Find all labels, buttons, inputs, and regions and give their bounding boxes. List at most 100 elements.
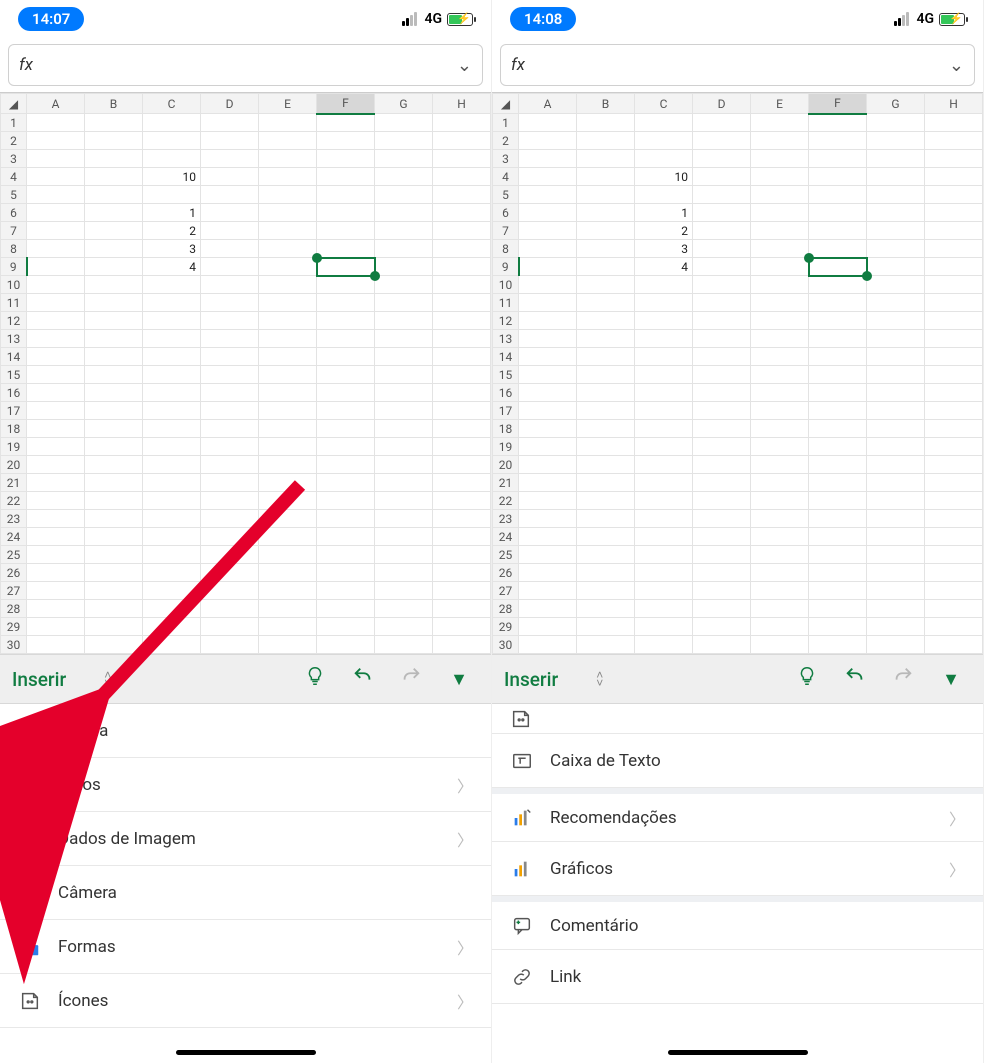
cell-D2[interactable] <box>201 132 259 150</box>
cell-B25[interactable] <box>577 546 635 564</box>
cell-F29[interactable] <box>317 618 375 636</box>
cell-A29[interactable] <box>27 618 85 636</box>
menu-item-link[interactable]: Link <box>492 950 983 1004</box>
cell-F5[interactable] <box>317 186 375 204</box>
cell-D6[interactable] <box>693 204 751 222</box>
cell-D12[interactable] <box>201 312 259 330</box>
cell-E27[interactable] <box>259 582 317 600</box>
cell-C10[interactable] <box>143 276 201 294</box>
cell-B12[interactable] <box>85 312 143 330</box>
cell-F22[interactable] <box>317 492 375 510</box>
row-header-13[interactable]: 13 <box>493 330 519 348</box>
cell-A13[interactable] <box>27 330 85 348</box>
select-all-corner[interactable]: ◢ <box>1 94 27 114</box>
cell-G4[interactable] <box>867 168 925 186</box>
cell-C16[interactable] <box>143 384 201 402</box>
cell-G16[interactable] <box>867 384 925 402</box>
cell-G30[interactable] <box>867 636 925 654</box>
cell-G17[interactable] <box>867 402 925 420</box>
cell-A22[interactable] <box>27 492 85 510</box>
cell-B21[interactable] <box>85 474 143 492</box>
cell-G16[interactable] <box>375 384 433 402</box>
cell-G23[interactable] <box>375 510 433 528</box>
formula-bar[interactable]: fx ⌄ <box>500 44 975 86</box>
cell-A15[interactable] <box>519 366 577 384</box>
col-header-E[interactable]: E <box>259 94 317 114</box>
cell-C8[interactable]: 3 <box>143 240 201 258</box>
cell-F15[interactable] <box>809 366 867 384</box>
cell-C24[interactable] <box>635 528 693 546</box>
cell-G1[interactable] <box>867 114 925 132</box>
row-header-30[interactable]: 30 <box>493 636 519 654</box>
cell-H2[interactable] <box>433 132 491 150</box>
cell-E7[interactable] <box>259 222 317 240</box>
cell-H18[interactable] <box>925 420 983 438</box>
cell-B3[interactable] <box>85 150 143 168</box>
cell-A28[interactable] <box>519 600 577 618</box>
cell-C19[interactable] <box>635 438 693 456</box>
cell-C15[interactable] <box>143 366 201 384</box>
cell-E30[interactable] <box>259 636 317 654</box>
row-header-20[interactable]: 20 <box>493 456 519 474</box>
row-header-27[interactable]: 27 <box>1 582 27 600</box>
cell-G4[interactable] <box>375 168 433 186</box>
cell-A28[interactable] <box>27 600 85 618</box>
cell-D28[interactable] <box>201 600 259 618</box>
cell-D4[interactable] <box>201 168 259 186</box>
cell-C20[interactable] <box>143 456 201 474</box>
cell-C16[interactable] <box>635 384 693 402</box>
cell-D7[interactable] <box>201 222 259 240</box>
cell-F2[interactable] <box>809 132 867 150</box>
cell-F8[interactable] <box>809 240 867 258</box>
row-header-2[interactable]: 2 <box>493 132 519 150</box>
cell-C13[interactable] <box>143 330 201 348</box>
cell-H23[interactable] <box>925 510 983 528</box>
cell-H16[interactable] <box>433 384 491 402</box>
cell-E20[interactable] <box>259 456 317 474</box>
cell-G8[interactable] <box>375 240 433 258</box>
cell-F26[interactable] <box>317 564 375 582</box>
cell-H27[interactable] <box>925 582 983 600</box>
cell-H7[interactable] <box>925 222 983 240</box>
cell-A8[interactable] <box>519 240 577 258</box>
cell-B22[interactable] <box>577 492 635 510</box>
cell-C7[interactable]: 2 <box>635 222 693 240</box>
row-header-21[interactable]: 21 <box>493 474 519 492</box>
cell-B7[interactable] <box>85 222 143 240</box>
cell-A14[interactable] <box>519 348 577 366</box>
cell-A27[interactable] <box>519 582 577 600</box>
cell-C12[interactable] <box>143 312 201 330</box>
cell-A9[interactable] <box>27 258 85 276</box>
row-header-24[interactable]: 24 <box>1 528 27 546</box>
cell-H28[interactable] <box>433 600 491 618</box>
col-header-E[interactable]: E <box>751 94 809 114</box>
cell-F23[interactable] <box>809 510 867 528</box>
cell-D7[interactable] <box>693 222 751 240</box>
cell-C29[interactable] <box>143 618 201 636</box>
cell-H4[interactable] <box>925 168 983 186</box>
cell-E26[interactable] <box>259 564 317 582</box>
formula-bar[interactable]: fx ⌄ <box>8 44 483 86</box>
row-header-14[interactable]: 14 <box>493 348 519 366</box>
cell-E3[interactable] <box>259 150 317 168</box>
cell-D21[interactable] <box>693 474 751 492</box>
cell-H26[interactable] <box>433 564 491 582</box>
cell-C1[interactable] <box>635 114 693 132</box>
cell-B29[interactable] <box>577 618 635 636</box>
cell-A3[interactable] <box>27 150 85 168</box>
col-header-B[interactable]: B <box>577 94 635 114</box>
cell-B30[interactable] <box>85 636 143 654</box>
cell-A12[interactable] <box>27 312 85 330</box>
cell-E26[interactable] <box>751 564 809 582</box>
cell-B21[interactable] <box>577 474 635 492</box>
cell-G8[interactable] <box>867 240 925 258</box>
cell-H9[interactable] <box>433 258 491 276</box>
menu-item-fotos[interactable]: Fotos 〉 <box>0 758 491 812</box>
cell-D14[interactable] <box>201 348 259 366</box>
row-header-15[interactable]: 15 <box>1 366 27 384</box>
cell-G9[interactable] <box>867 258 925 276</box>
cell-E15[interactable] <box>751 366 809 384</box>
cell-B16[interactable] <box>577 384 635 402</box>
col-header-B[interactable]: B <box>85 94 143 114</box>
row-header-22[interactable]: 22 <box>1 492 27 510</box>
